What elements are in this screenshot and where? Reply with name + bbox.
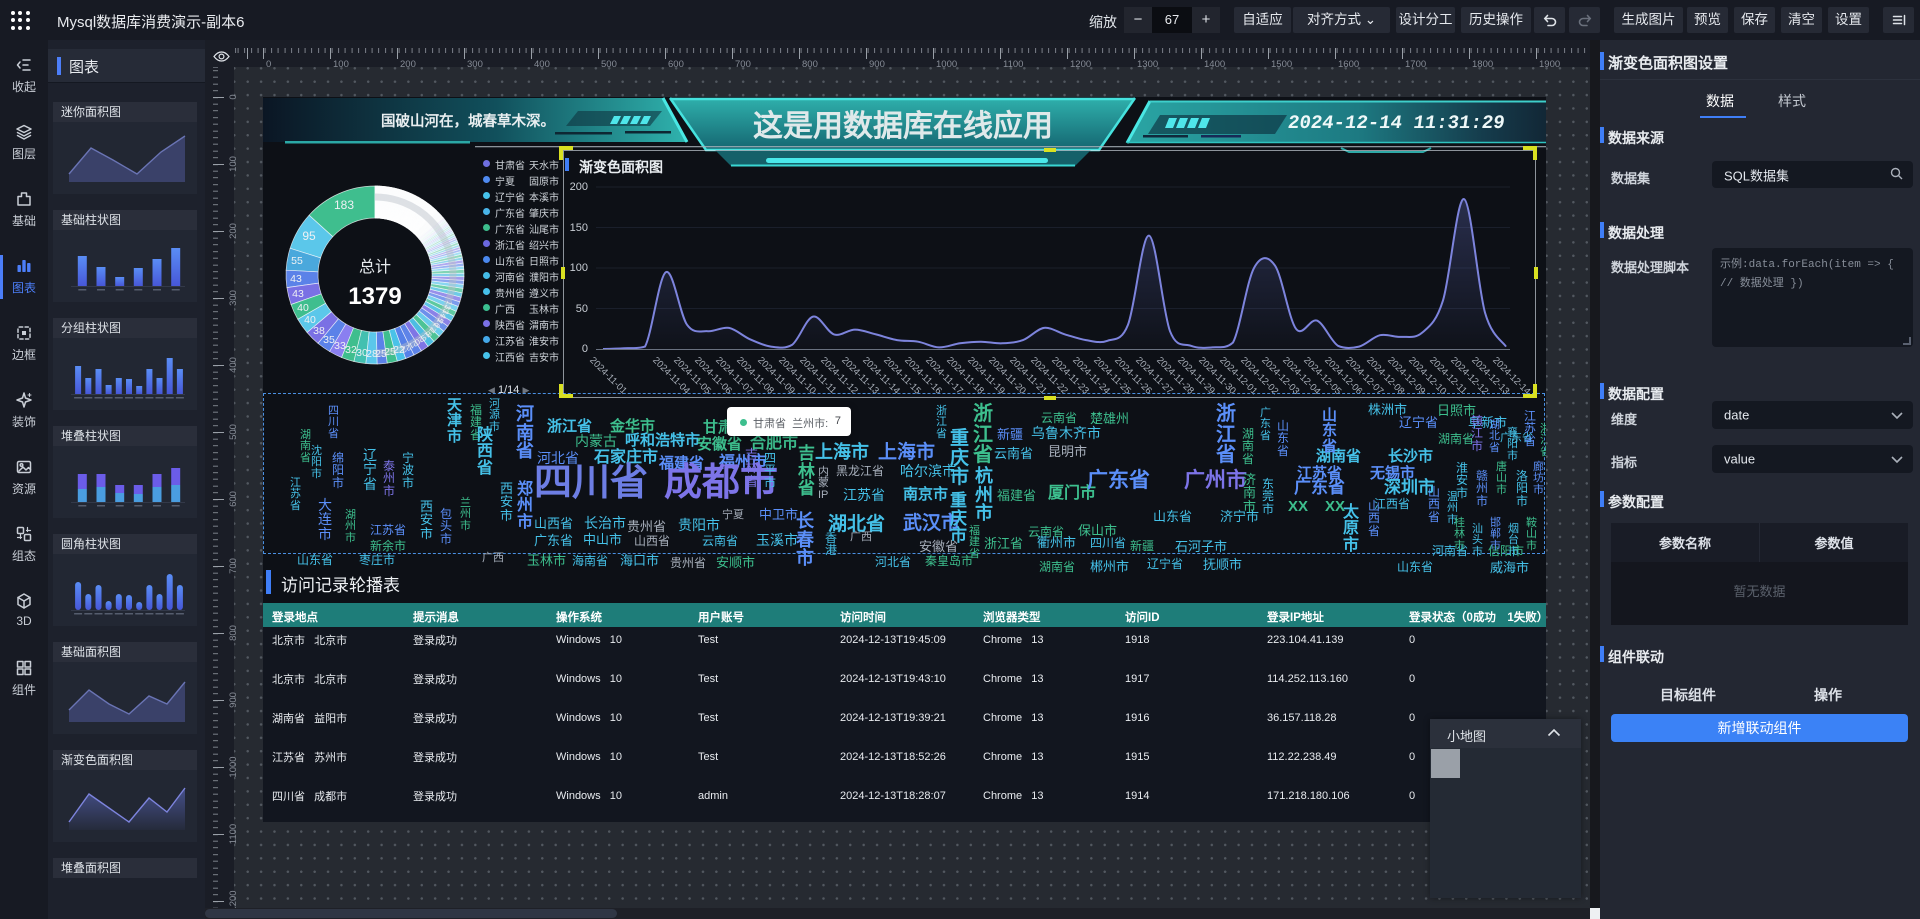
svg-text:40: 40	[297, 302, 309, 314]
svg-text:这是用数据库在线应用: 这是用数据库在线应用	[753, 109, 1053, 143]
svg-text:183: 183	[334, 198, 354, 212]
svg-text:国破山河在，城春草木深。: 国破山河在，城春草木深。	[381, 112, 555, 130]
svg-text:43: 43	[292, 288, 304, 300]
svg-text:95: 95	[302, 229, 316, 243]
svg-text:55: 55	[291, 255, 303, 267]
svg-text:43: 43	[290, 273, 302, 285]
